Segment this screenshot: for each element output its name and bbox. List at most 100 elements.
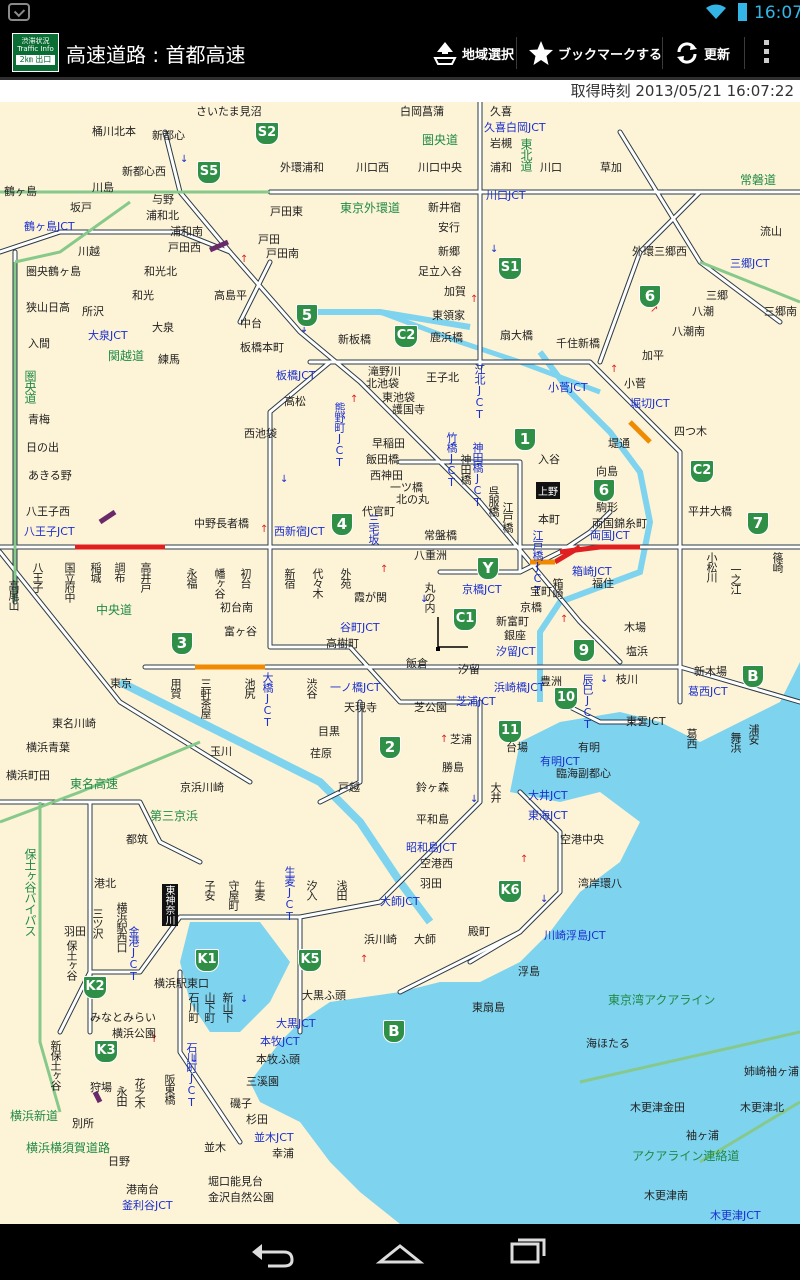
map-label[interactable]: 初台 (239, 568, 252, 588)
map-label[interactable]: 東雲JCT (626, 716, 666, 728)
map-label[interactable]: 戸田南 (266, 248, 299, 260)
map-label[interactable]: 高松 (284, 396, 306, 408)
map-label[interactable]: 東名川崎 (52, 718, 96, 730)
map-label[interactable]: 和光 (132, 290, 154, 302)
route-shield-k2[interactable]: K2 (83, 976, 107, 999)
jct-label[interactable]: 釜利谷JCT (122, 1200, 173, 1212)
map-label[interactable]: 錦糸町 (614, 518, 647, 530)
map-label[interactable]: 三ツ沢 (91, 908, 104, 938)
map-label[interactable]: 八潮南 (672, 326, 705, 338)
map-label[interactable]: 浮島 (518, 966, 540, 978)
map-label[interactable]: 姉崎袖ヶ浦 (744, 1066, 799, 1078)
map-label[interactable]: 三溪園 (246, 1076, 279, 1088)
expressway-label[interactable]: 東京湾アクアライン (608, 994, 715, 1006)
jct-label[interactable]: 八王子JCT (24, 526, 75, 538)
map-label[interactable]: 杉田 (246, 1114, 268, 1126)
map-label[interactable]: 高井戸 (139, 562, 152, 592)
map-label[interactable]: 浦和北 (146, 210, 179, 222)
map-label[interactable]: 西池袋 (244, 428, 277, 440)
route-shield-1[interactable]: 1 (514, 428, 536, 451)
map-label[interactable]: 飯田橋 (366, 454, 399, 466)
map-label[interactable]: 東領家 (432, 310, 465, 322)
map-label[interactable]: 鶴ヶ島 (4, 186, 37, 198)
map-label[interactable]: 枝川 (616, 674, 638, 686)
map-label[interactable]: 駒形 (596, 502, 618, 514)
map-label[interactable]: 港北 (94, 878, 116, 890)
map-label[interactable]: 川口西 (356, 162, 389, 174)
map-label[interactable]: 横浜公園 (112, 1028, 156, 1040)
expressway-label[interactable]: 東京外環道 (340, 202, 400, 214)
map-label[interactable]: 与野 (152, 194, 174, 206)
expressway-label[interactable]: 第三京浜 (150, 810, 198, 822)
traffic-map[interactable]: ↓ ↑ ↓ ↑ ↓ ↑ ↑ ↗ ↓ ↑ ↑ ↓ ↑ ↓ ↑ ↓ ↑ ↓ ↑ ↓ ↑ ↓ S2 S5 S… (0, 102, 800, 1224)
route-shield-k3[interactable]: K3 (94, 1040, 118, 1063)
expressway-label[interactable]: 保土ヶ谷バイパス (23, 848, 37, 936)
map-label[interactable]: 塩浜 (626, 646, 648, 658)
jct-label[interactable]: 両国JCT (590, 530, 630, 542)
map-label[interactable]: 八王子 (31, 562, 44, 592)
expressway-label[interactable]: 東名高速 (70, 778, 118, 790)
map-label[interactable]: 浅田 (335, 880, 348, 900)
jct-label[interactable]: 生麦JCT (283, 866, 296, 922)
map-label[interactable]: 有明 (578, 742, 600, 754)
map-label[interactable]: 八潮 (692, 306, 714, 318)
map-label[interactable]: 北池袋 (366, 378, 399, 390)
jct-label[interactable]: 大井JCT (528, 790, 568, 802)
map-label[interactable]: 保土ヶ谷 (65, 940, 78, 980)
map-label[interactable]: 金沢自然公園 (208, 1192, 274, 1204)
jct-label[interactable]: 堀切JCT (630, 398, 670, 410)
expressway-label[interactable]: 中央道 (96, 604, 132, 616)
map-label[interactable]: 富ヶ谷 (224, 626, 257, 638)
route-shield-3[interactable]: 3 (171, 632, 193, 655)
map-label[interactable]: 王子北 (426, 372, 459, 384)
map-label[interactable]: 港南台 (126, 1184, 159, 1196)
jct-label[interactable]: 久喜白岡JCT (484, 122, 546, 134)
map-label[interactable]: 三郷南 (764, 306, 797, 318)
map-label[interactable]: 目黒 (318, 726, 340, 738)
map-label[interactable]: 高樹町 (326, 638, 359, 650)
expressway-label[interactable]: アクアライン連絡道 (632, 1150, 739, 1162)
map-label[interactable]: 銀座 (504, 630, 526, 642)
expressway-label[interactable]: 横浜横須賀道路 (26, 1142, 110, 1154)
map-label[interactable]: 大泉 (152, 322, 174, 334)
expressway-label[interactable]: 圏央道 (422, 134, 458, 146)
map-label[interactable]: 山下町 (203, 992, 216, 1022)
jct-label[interactable]: 芝浦JCT (456, 696, 496, 708)
map-label[interactable]: 台場 (506, 742, 528, 754)
map-label[interactable]: 池尻 (243, 678, 256, 698)
map-label[interactable]: 板橋本町 (240, 342, 284, 354)
map-label[interactable]: 浦安 (747, 724, 760, 744)
map-label[interactable]: 本牧ふ頭 (256, 1054, 300, 1066)
home-icon[interactable] (370, 1234, 430, 1270)
refresh-button[interactable]: 更新 (674, 33, 730, 73)
map-label[interactable]: 一之江 (729, 564, 742, 594)
map-label[interactable]: 飯倉 (406, 658, 428, 670)
route-shield-c2b[interactable]: C2 (690, 460, 714, 483)
map-label[interactable]: 袖ヶ浦 (686, 1130, 719, 1142)
map-label[interactable]: 浜川崎 (364, 934, 397, 946)
map-label[interactable]: 八王子西 (26, 506, 70, 518)
map-label[interactable]: 都筑 (126, 834, 148, 846)
map-label[interactable]: 臨海副都心 (556, 768, 611, 780)
map-label[interactable]: 護国寺 (392, 404, 425, 416)
map-label[interactable]: 狭山日高 (26, 302, 70, 314)
jct-label[interactable]: 熊野町JCT (333, 402, 346, 468)
map-label[interactable]: 外苑 (339, 568, 352, 588)
route-shield-10[interactable]: 10 (554, 687, 578, 710)
map-label-box[interactable]: 東神奈川 (162, 884, 178, 926)
map-label[interactable]: 足立入谷 (418, 266, 462, 278)
map-label[interactable]: 芝公園 (414, 702, 447, 714)
map-label[interactable]: 東扇島 (472, 1002, 505, 1014)
map-label[interactable]: 入間 (28, 338, 50, 350)
map-label[interactable]: 戸田 (258, 234, 280, 246)
map-label[interactable]: 子安 (203, 880, 216, 900)
map-label[interactable]: 殿町 (468, 926, 490, 938)
map-label[interactable]: 空港中央 (560, 834, 604, 846)
expressway-label[interactable]: 東北道 (519, 138, 533, 171)
jct-label[interactable]: 並木JCT (254, 1132, 294, 1144)
map-label[interactable]: 稲城 (89, 562, 102, 582)
jct-label[interactable]: 板橋JCT (276, 370, 316, 382)
route-shield-s5[interactable]: S5 (197, 161, 221, 184)
map-label[interactable]: 永田 (115, 1086, 128, 1106)
map-label[interactable]: 堤通 (608, 438, 630, 450)
